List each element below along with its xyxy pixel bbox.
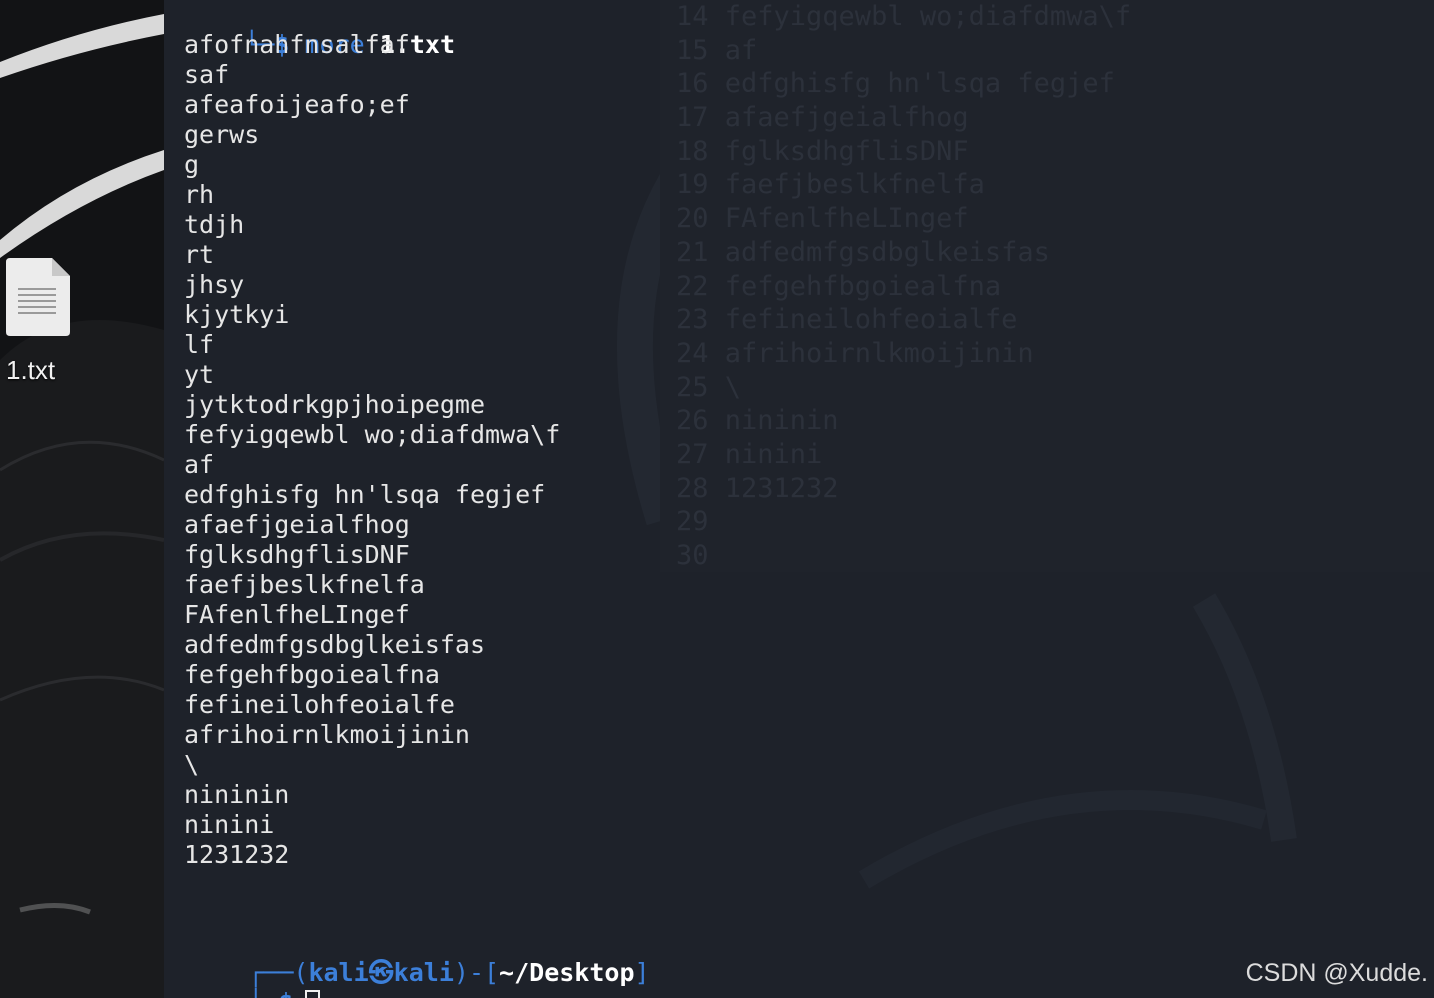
output-line: lf [184,330,215,359]
output-line: afofnahfnsalfaf [184,30,410,59]
text-cursor[interactable] [305,990,321,998]
output-line: ninini [184,810,275,839]
prompt-dollar: $ [278,988,293,998]
background-editor-lines: 14 fefyigqewbl wo;diafdmwa\f 15 af 16 ed… [676,0,1131,573]
output-line: fefineilohfeoialfe [184,690,455,719]
editor-line: 19 faefjbeslkfnelfa [676,169,985,201]
output-line: edfghisfg hn'lsqa fegjef [184,480,546,509]
prompt-separator: )-[ [453,958,500,987]
editor-line: 17 afaefjgeialfhog [676,102,969,134]
output-line: adfedmfgsdbglkeisfas [184,630,486,659]
prompt-at-symbol: ㉿ [368,958,394,987]
editor-line: 28 1231232 [676,472,839,504]
prompt-close-bracket: ] [634,958,650,987]
text-file-icon[interactable] [4,258,72,338]
output-line: gerws [184,120,260,149]
command-output: afofnahfnsalfaf saf afeafoijeafo;ef gerw… [184,30,560,870]
editor-line: 25 \ [676,371,742,403]
output-line: saf [184,60,230,89]
output-line: afaefjgeialfhog [184,510,410,539]
shell-input-line[interactable]: └─$ [188,958,321,998]
editor-line: 29 [676,506,709,538]
editor-line: 27 ninini [676,438,823,470]
command-line: └─$ more 1.txt [184,0,455,59]
prompt-corner-bottom: └─ [248,988,278,998]
output-line: 1231232 [184,840,290,869]
output-line: g [184,150,200,179]
output-line: rh [184,180,215,209]
editor-line: 21 adfedmfgsdbglkeisfas [676,236,1050,268]
output-line: fefyigqewbl wo;diafdmwa\f [184,420,561,449]
output-line: af [184,450,215,479]
editor-line: 24 afrihoirnlkmoijinin [676,337,1034,369]
output-line: tdjh [184,210,245,239]
editor-line: 30 [676,540,709,571]
output-line: nininin [184,780,290,809]
terminal-window[interactable]: 14 fefyigqewbl wo;diafdmwa\f 15 af 16 ed… [164,0,1434,998]
editor-line: 22 fefgehfbgoiealfna [676,270,1002,302]
output-line: kjytkyi [184,300,290,329]
editor-line: 23 fefineilohfeoialfe [676,304,1018,336]
output-line: rt [184,240,215,269]
prompt-host: kali [393,958,454,987]
output-line: faefjbeslkfnelfa [184,570,425,599]
output-line: jhsy [184,270,245,299]
editor-line: 20 FAfenlfheLIngef [676,203,969,235]
output-line: \ [184,750,200,779]
output-line: jytktodrkgpjhoipegme [184,390,486,419]
editor-line: 18 fglksdhgflisDNF [676,135,969,167]
output-line: FAfenlfheLIngef [184,600,410,629]
kali-wallpaper [0,14,164,998]
output-line: fglksdhgflisDNF [184,540,410,569]
watermark: CSDN @Xudde. [1245,959,1428,987]
output-line: afrihoirnlkmoijinin [184,720,470,749]
editor-line: 15 af [676,34,758,66]
desktop-background: 1.txt [0,0,164,998]
output-line: yt [184,360,215,389]
shell-prompt: ┌──(kali㉿kali)-[~/Desktop] [188,928,649,987]
editor-line: 14 fefyigqewbl wo;diafdmwa\f [676,1,1132,32]
file-label[interactable]: 1.txt [6,355,55,386]
output-line: afeafoijeafo;ef [184,90,410,119]
editor-line: 26 nininin [676,405,839,437]
editor-line: 16 edfghisfg hn'lsqa fegjef [676,68,1115,100]
output-line: fefgehfbgoiealfna [184,660,440,689]
prompt-path: ~/Desktop [499,958,635,987]
